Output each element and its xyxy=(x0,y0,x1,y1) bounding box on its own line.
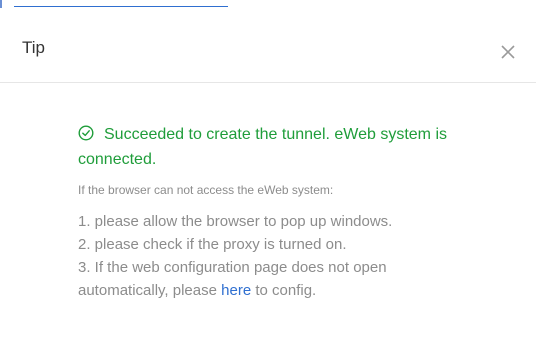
tip-dialog: Tip Succeeded to create the tunnel. eWeb… xyxy=(0,8,536,359)
page: Tip Succeeded to create the tunnel. eWeb… xyxy=(0,0,536,359)
config-here-link[interactable]: here xyxy=(221,282,251,299)
check-circle-icon xyxy=(78,125,94,141)
step-3: 3. If the web configuration page does no… xyxy=(78,256,458,302)
step-1: 1. please allow the browser to pop up wi… xyxy=(78,213,393,230)
underlying-window-underline xyxy=(14,6,228,7)
close-icon xyxy=(498,42,518,62)
dialog-header: Tip xyxy=(0,8,536,83)
dialog-title: Tip xyxy=(22,38,45,57)
step-3-suffix: to config. xyxy=(251,282,317,299)
dialog-body: Succeeded to create the tunnel. eWeb sys… xyxy=(78,122,458,302)
success-message: Succeeded to create the tunnel. eWeb sys… xyxy=(78,122,458,172)
close-button[interactable] xyxy=(498,42,518,62)
hint-text: If the browser can not access the eWeb s… xyxy=(78,183,334,197)
underlying-window-edge xyxy=(0,0,536,8)
step-2: 2. please check if the proxy is turned o… xyxy=(78,236,347,253)
steps-list: 1. please allow the browser to pop up wi… xyxy=(78,210,458,302)
underlying-window-border xyxy=(0,0,2,8)
success-text: Succeeded to create the tunnel. eWeb sys… xyxy=(78,126,448,168)
